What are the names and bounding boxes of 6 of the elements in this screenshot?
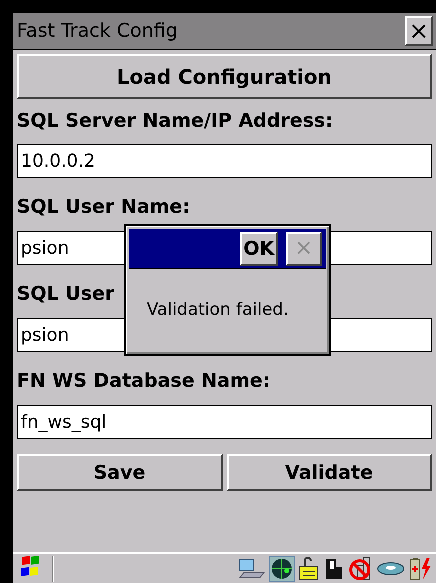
- dialog-message: Validation failed.: [147, 300, 289, 320]
- field-label: SQL User: [17, 283, 115, 305]
- field-label: FN WS Database Name:: [17, 370, 270, 392]
- window-title: Fast Track Config: [17, 20, 178, 42]
- field-label: SQL User Name:: [17, 196, 190, 218]
- field-label: SQL Server Name/IP Address:: [17, 110, 334, 132]
